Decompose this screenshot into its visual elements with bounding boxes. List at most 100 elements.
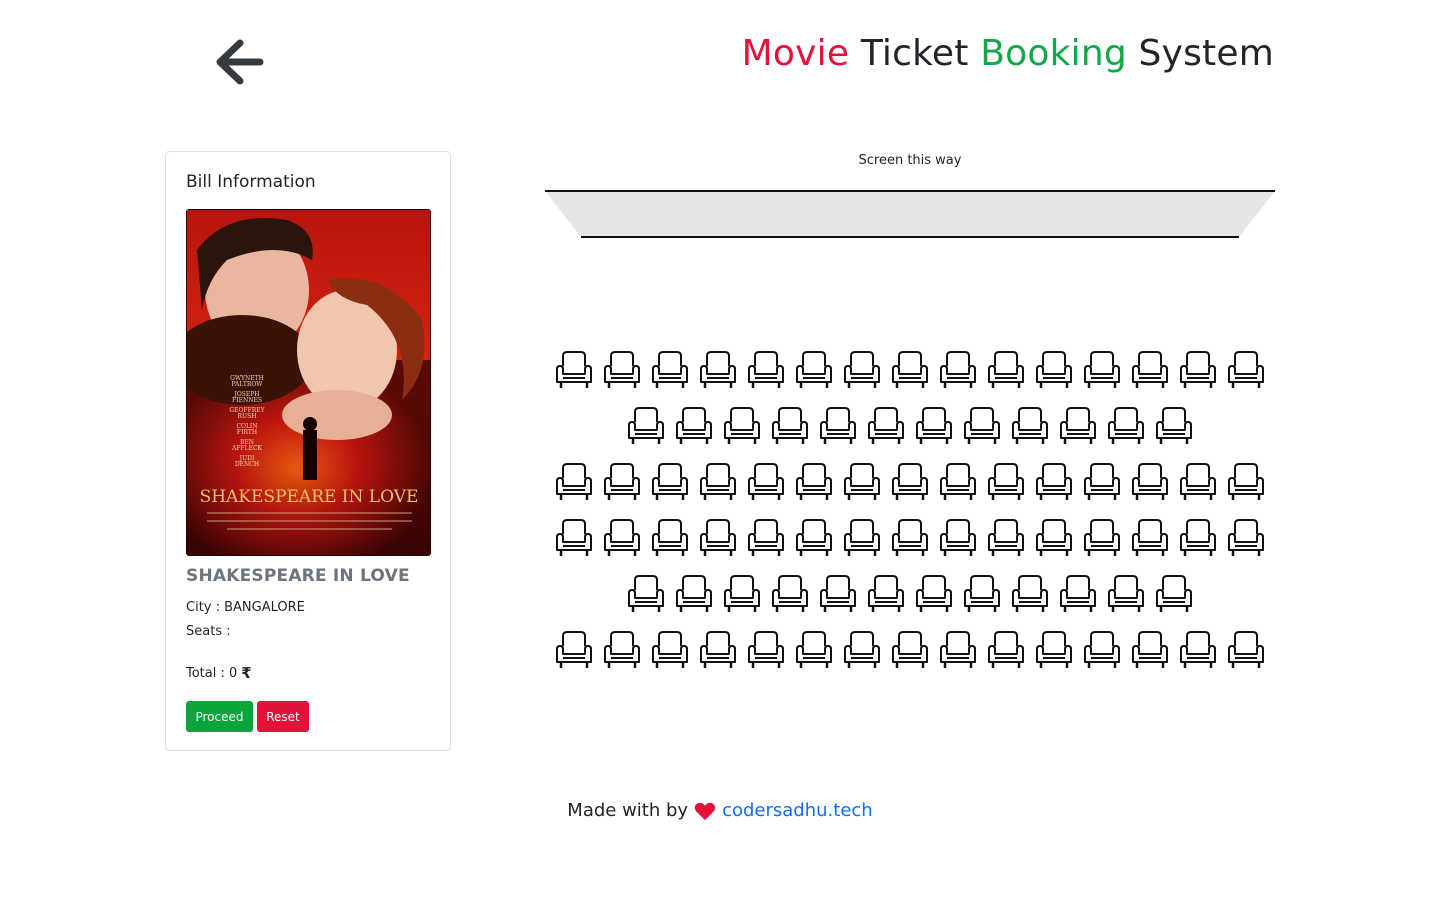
seat-button[interactable] xyxy=(1132,630,1168,670)
seat-button[interactable] xyxy=(772,574,808,614)
seat-button[interactable] xyxy=(1180,518,1216,558)
seat-button[interactable] xyxy=(604,350,640,390)
seat-button[interactable] xyxy=(700,350,736,390)
seat-button[interactable] xyxy=(1228,630,1264,670)
svg-text:DENCH: DENCH xyxy=(235,461,259,468)
seat-button[interactable] xyxy=(604,630,640,670)
seat-button[interactable] xyxy=(1084,518,1120,558)
seat-button[interactable] xyxy=(796,462,832,502)
seat-button[interactable] xyxy=(1180,462,1216,502)
seat-button[interactable] xyxy=(556,462,592,502)
seat-button[interactable] xyxy=(628,574,664,614)
footer-link[interactable]: codersadhu.tech xyxy=(722,800,873,821)
armchair-icon xyxy=(796,351,832,388)
armchair-icon xyxy=(652,519,688,556)
seat-button[interactable] xyxy=(844,630,880,670)
seat-button[interactable] xyxy=(796,630,832,670)
seat-button[interactable] xyxy=(1132,462,1168,502)
seat-button[interactable] xyxy=(556,518,592,558)
seat-button[interactable] xyxy=(892,462,928,502)
seat-button[interactable] xyxy=(844,462,880,502)
proceed-button[interactable]: Proceed xyxy=(186,701,253,732)
seat-button[interactable] xyxy=(556,350,592,390)
seat-button[interactable] xyxy=(1084,630,1120,670)
armchair-icon xyxy=(892,351,928,388)
seat-button[interactable] xyxy=(724,406,760,446)
seat-button[interactable] xyxy=(820,574,856,614)
rupee-icon: ₹ xyxy=(241,664,252,682)
seat-button[interactable] xyxy=(604,518,640,558)
seat-button[interactable] xyxy=(940,518,976,558)
movie-name: SHAKESPEARE IN LOVE xyxy=(186,566,410,586)
seat-button[interactable] xyxy=(892,630,928,670)
seat-button[interactable] xyxy=(556,630,592,670)
seat-button[interactable] xyxy=(916,574,952,614)
seat-button[interactable] xyxy=(724,574,760,614)
seat-button[interactable] xyxy=(676,574,712,614)
seat-button[interactable] xyxy=(1012,574,1048,614)
seat-button[interactable] xyxy=(964,406,1000,446)
seat-button[interactable] xyxy=(604,462,640,502)
seat-button[interactable] xyxy=(748,350,784,390)
armchair-icon xyxy=(1228,463,1264,500)
seat-button[interactable] xyxy=(796,518,832,558)
seat-button[interactable] xyxy=(1036,630,1072,670)
seat-button[interactable] xyxy=(700,518,736,558)
seat-button[interactable] xyxy=(1132,518,1168,558)
seat-button[interactable] xyxy=(988,462,1024,502)
seat-button[interactable] xyxy=(748,462,784,502)
seat-button[interactable] xyxy=(964,574,1000,614)
seat-button[interactable] xyxy=(940,350,976,390)
seat-button[interactable] xyxy=(1228,350,1264,390)
armchair-icon xyxy=(604,519,640,556)
seat-button[interactable] xyxy=(628,406,664,446)
seat-button[interactable] xyxy=(1012,406,1048,446)
armchair-icon xyxy=(916,407,952,444)
seat-button[interactable] xyxy=(844,518,880,558)
seat-button[interactable] xyxy=(844,350,880,390)
seat-button[interactable] xyxy=(1084,462,1120,502)
seat-button[interactable] xyxy=(988,350,1024,390)
seat-button[interactable] xyxy=(1156,574,1192,614)
seat-button[interactable] xyxy=(892,518,928,558)
seat-button[interactable] xyxy=(940,462,976,502)
seat-button[interactable] xyxy=(1228,462,1264,502)
seat-button[interactable] xyxy=(868,406,904,446)
armchair-icon xyxy=(844,463,880,500)
seat-button[interactable] xyxy=(1084,350,1120,390)
seat-button[interactable] xyxy=(748,630,784,670)
seat-button[interactable] xyxy=(676,406,712,446)
seat-button[interactable] xyxy=(868,574,904,614)
reset-button[interactable]: Reset xyxy=(257,701,309,732)
seat-button[interactable] xyxy=(1036,350,1072,390)
seat-button[interactable] xyxy=(700,630,736,670)
seat-button[interactable] xyxy=(1132,350,1168,390)
seat-button[interactable] xyxy=(892,350,928,390)
seat-button[interactable] xyxy=(652,518,688,558)
seat-button[interactable] xyxy=(796,350,832,390)
seat-button[interactable] xyxy=(700,462,736,502)
back-button[interactable] xyxy=(210,36,266,88)
seat-button[interactable] xyxy=(1228,518,1264,558)
seat-button[interactable] xyxy=(1156,406,1192,446)
seat-button[interactable] xyxy=(820,406,856,446)
armchair-icon xyxy=(748,351,784,388)
seat-button[interactable] xyxy=(916,406,952,446)
seat-button[interactable] xyxy=(988,518,1024,558)
seat-button[interactable] xyxy=(1036,518,1072,558)
seat-button[interactable] xyxy=(1108,574,1144,614)
seat-button[interactable] xyxy=(1036,462,1072,502)
seat-button[interactable] xyxy=(748,518,784,558)
armchair-icon xyxy=(748,519,784,556)
seat-button[interactable] xyxy=(1060,574,1096,614)
seat-button[interactable] xyxy=(652,462,688,502)
seat-button[interactable] xyxy=(652,350,688,390)
seat-button[interactable] xyxy=(772,406,808,446)
seat-button[interactable] xyxy=(940,630,976,670)
seat-button[interactable] xyxy=(988,630,1024,670)
seat-button[interactable] xyxy=(652,630,688,670)
seat-button[interactable] xyxy=(1180,350,1216,390)
seat-button[interactable] xyxy=(1060,406,1096,446)
seat-button[interactable] xyxy=(1108,406,1144,446)
seat-button[interactable] xyxy=(1180,630,1216,670)
